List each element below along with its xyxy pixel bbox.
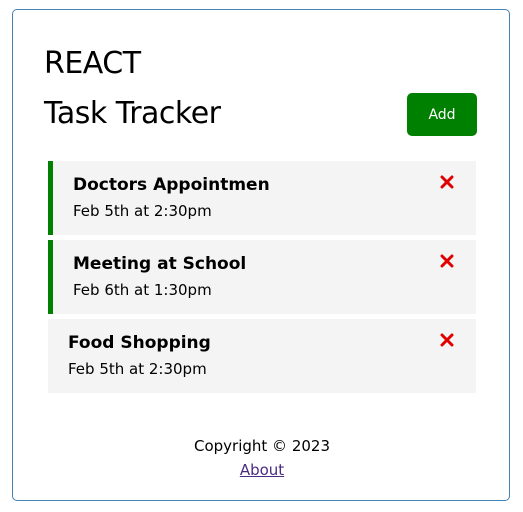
close-icon[interactable] [440, 333, 454, 347]
footer: Copyright © 2023 About [13, 434, 511, 482]
task-day: Feb 6th at 1:30pm [73, 281, 212, 299]
close-icon[interactable] [440, 175, 454, 189]
header: REACT Task Tracker Add [44, 46, 477, 146]
task-title: Meeting at School [73, 254, 247, 274]
about-link[interactable]: About [240, 461, 284, 479]
add-task-button[interactable]: Add [407, 93, 477, 136]
task-item[interactable]: Meeting at School Feb 6th at 1:30pm [48, 240, 476, 314]
page-title-line1: REACT [44, 46, 141, 81]
task-title: Food Shopping [68, 333, 211, 353]
task-item[interactable]: Doctors Appointmen Feb 5th at 2:30pm [48, 161, 476, 235]
task-list: Doctors Appointmen Feb 5th at 2:30pm Mee… [48, 161, 476, 398]
task-title: Doctors Appointmen [73, 175, 270, 195]
task-item[interactable]: Food Shopping Feb 5th at 2:30pm [48, 319, 476, 393]
task-day: Feb 5th at 2:30pm [73, 202, 212, 220]
close-icon[interactable] [440, 254, 454, 268]
page-title-line2: Task Tracker [44, 96, 221, 131]
task-day: Feb 5th at 2:30pm [68, 360, 207, 378]
app-container: REACT Task Tracker Add Doctors Appointme… [12, 9, 510, 501]
copyright-text: Copyright © 2023 [193, 437, 330, 455]
